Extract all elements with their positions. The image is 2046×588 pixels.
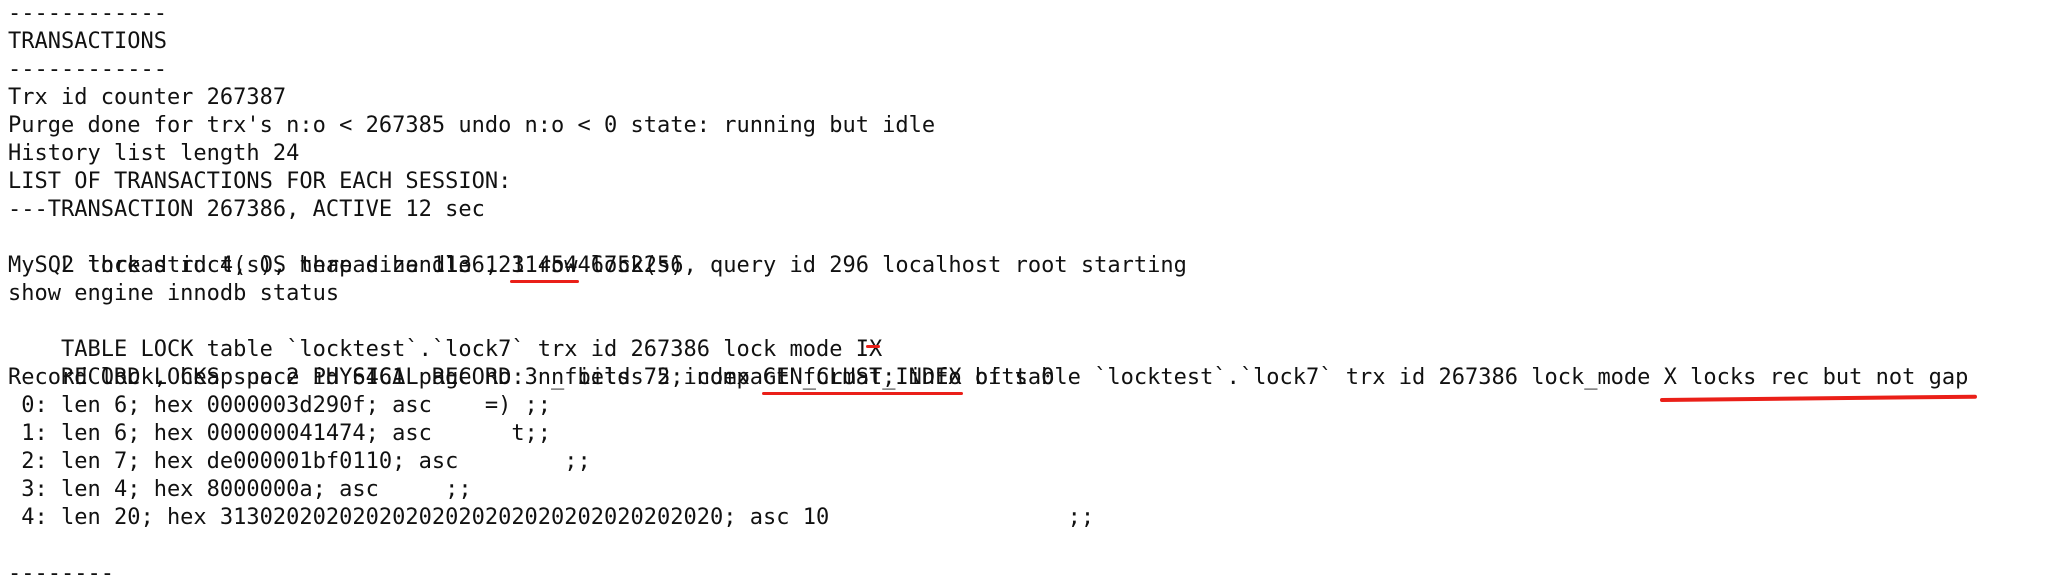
history-list-length: History list length 24 bbox=[8, 141, 300, 166]
record-locks-middle-text: of table `locktest`.`lock7` trx id 26738… bbox=[961, 365, 1664, 390]
terminal-line: ------------ bbox=[8, 57, 167, 82]
transaction-header: ---TRANSACTION 267386, ACTIVE 12 sec bbox=[8, 197, 485, 222]
lock-mode-ix-highlight: IX bbox=[855, 337, 883, 362]
section-title: TRANSACTIONS bbox=[8, 29, 167, 54]
query-line: show engine innodb status bbox=[8, 281, 340, 306]
trx-id-counter: Trx id counter 267387 bbox=[8, 85, 287, 110]
field-line: 1: len 6; hex 000000041474; asc t;; bbox=[8, 421, 552, 446]
terminal-line: ------------ bbox=[8, 1, 167, 26]
field-line: 3: len 4; hex 8000000a; asc ;; bbox=[8, 477, 472, 502]
field-line: 4: len 20; hex 3130202020202020202020202… bbox=[8, 505, 1095, 530]
lock-mode-highlight: X locks rec but not gap bbox=[1663, 365, 1969, 390]
mysql-thread-line: MySQL thread id 4, OS thread handle 1231… bbox=[8, 253, 1187, 278]
field-line: 2: len 7; hex de000001bf0110; asc ;; bbox=[8, 449, 591, 474]
transaction-list-header: LIST OF TRANSACTIONS FOR EACH SESSION: bbox=[8, 169, 512, 194]
purge-status: Purge done for trx's n:o < 267385 undo n… bbox=[8, 113, 936, 138]
table-lock-text: TABLE LOCK table `locktest`.`lock7` trx … bbox=[60, 337, 856, 362]
index-name-highlight: GEN_CLUST_INDEX bbox=[761, 365, 963, 395]
row-lock-highlight: 1 row bbox=[510, 253, 579, 283]
table-lock-line: TABLE LOCK table `locktest`.`lock7` trx … bbox=[8, 308, 2044, 362]
lock-struct-line: 2 lock struct(s), heap size 1136, 1 row … bbox=[8, 224, 2044, 283]
terminal-output: ------------ TRANSACTIONS ------------ T… bbox=[8, 0, 2044, 588]
